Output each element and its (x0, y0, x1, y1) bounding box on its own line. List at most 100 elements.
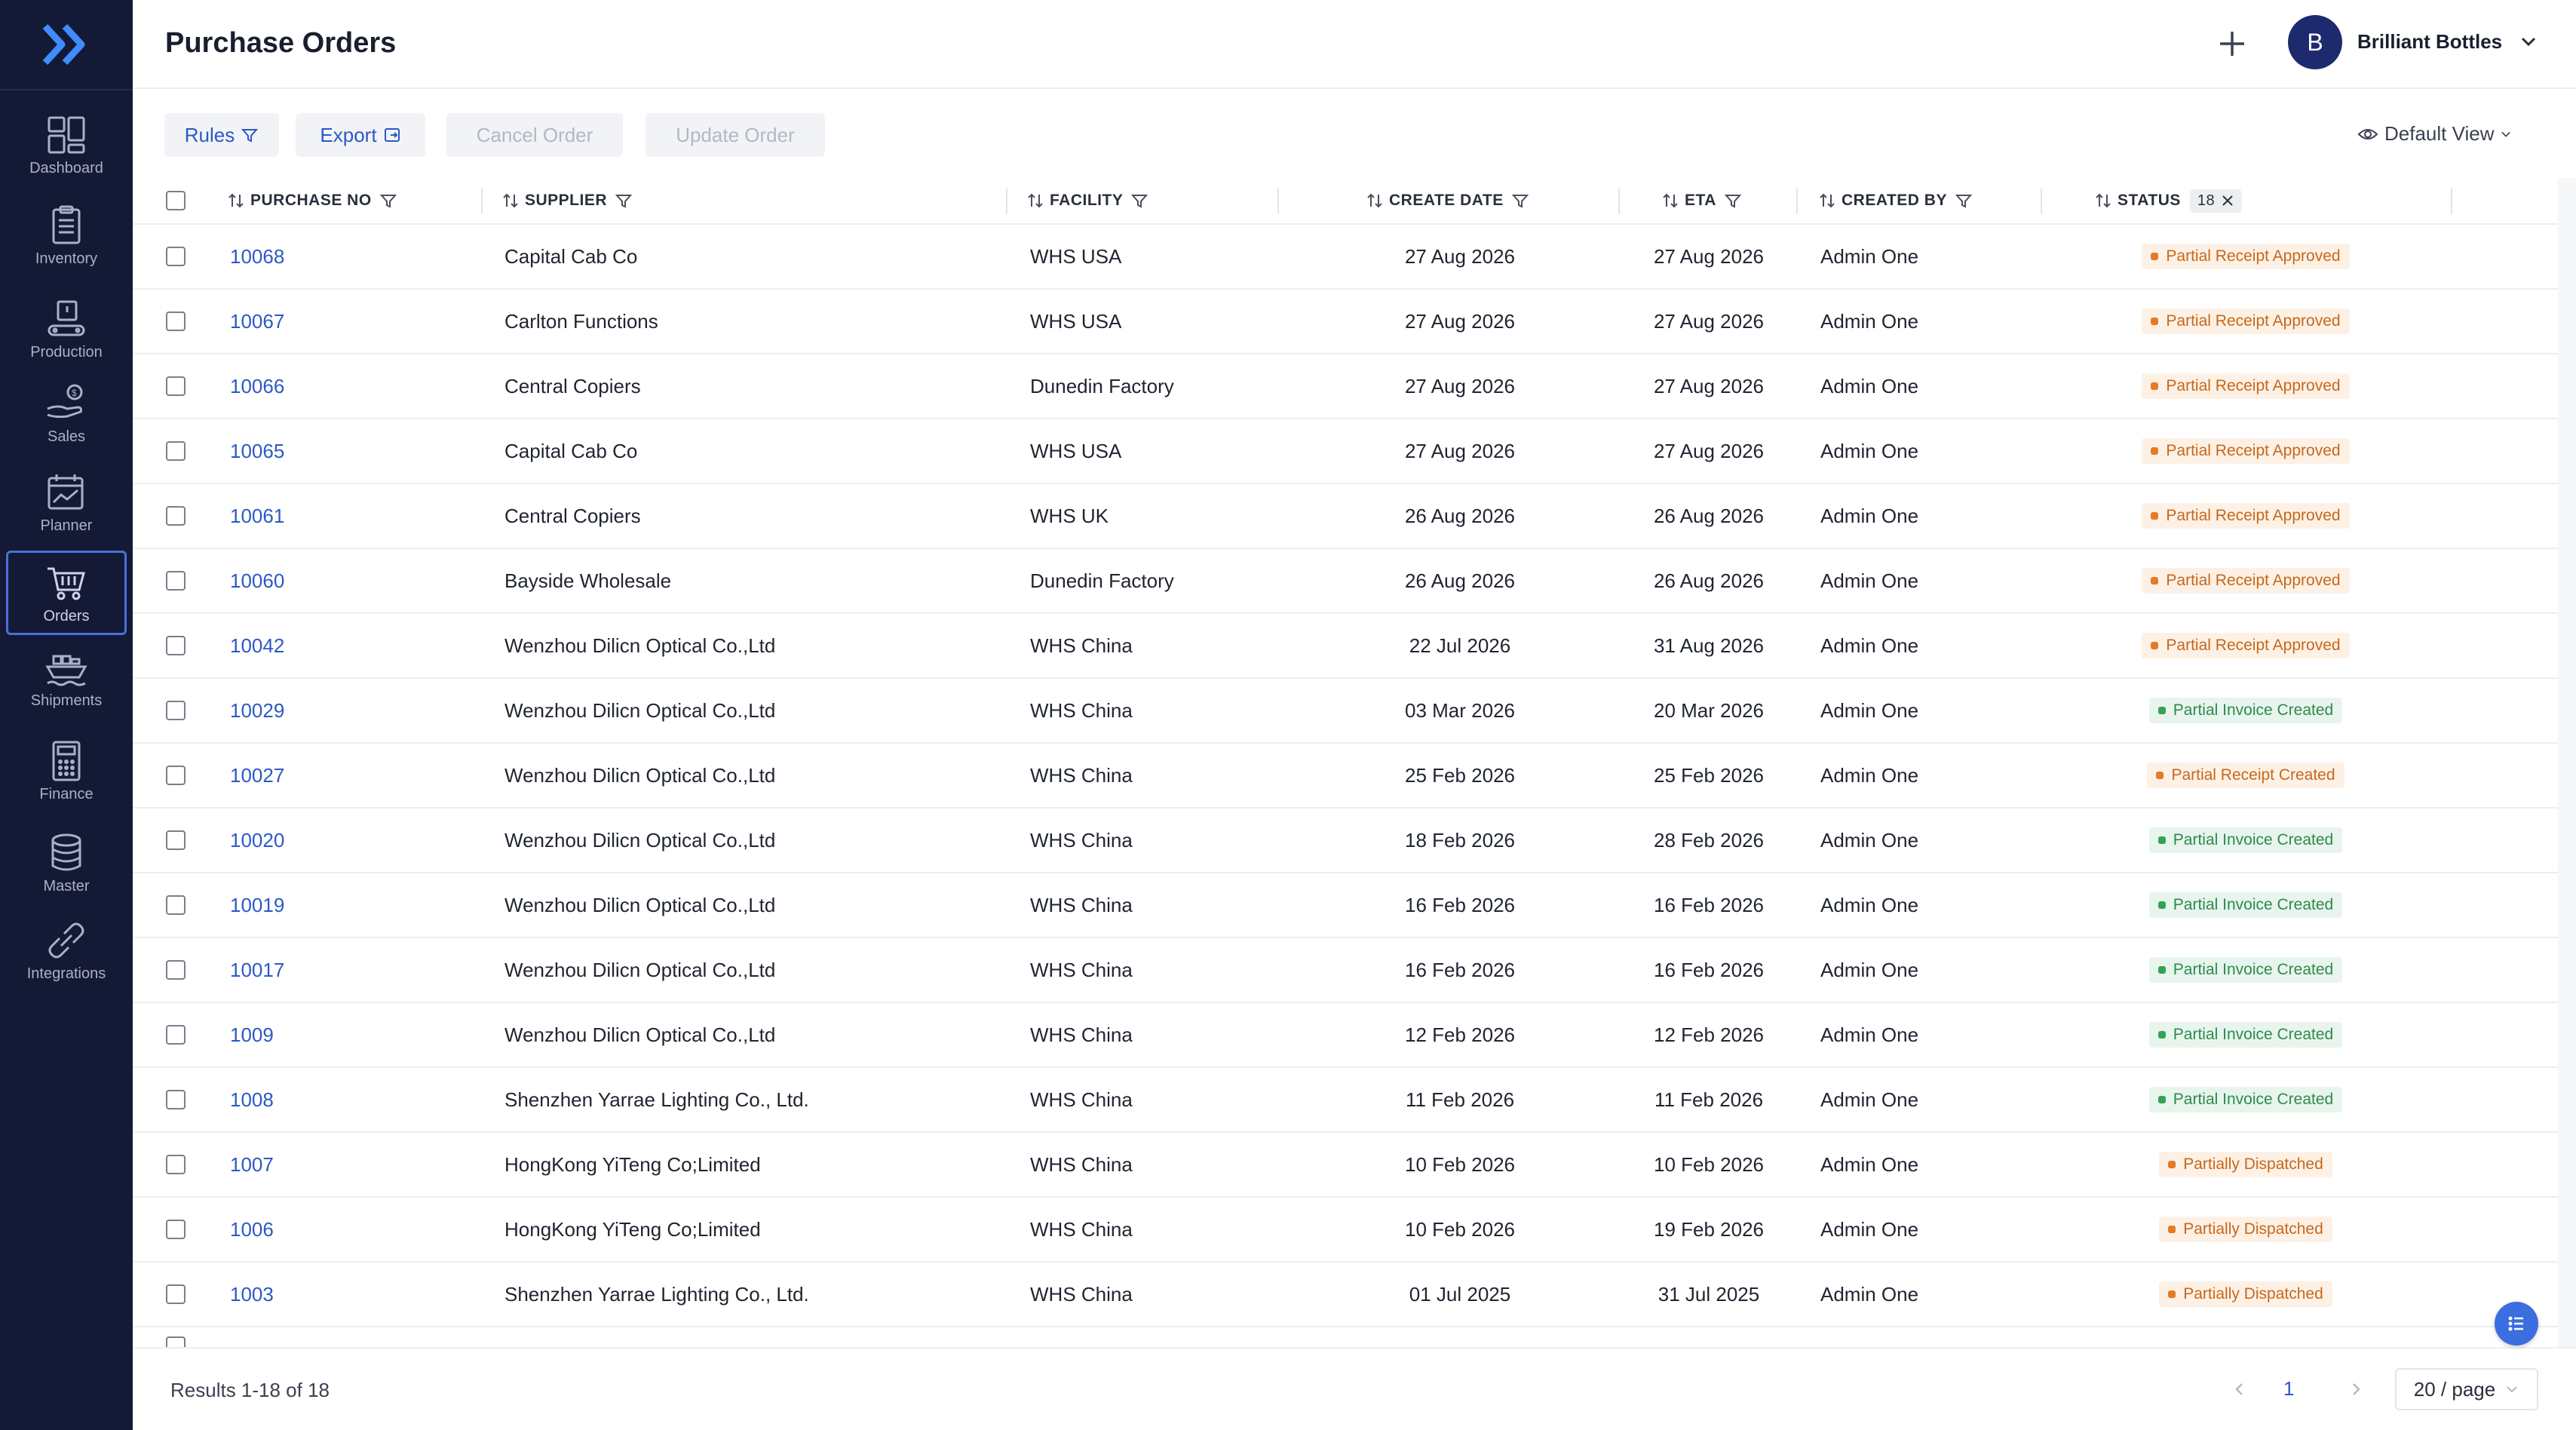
purchase-no-link[interactable]: 1009 (230, 1003, 274, 1066)
row-checkbox[interactable] (166, 701, 186, 720)
purchase-no-link[interactable]: 10066 (230, 354, 284, 418)
purchase-no-link[interactable]: 10042 (230, 614, 284, 677)
table-row[interactable]: 1006 HongKong YiTeng Co;Limited WHS China 1… (133, 1198, 2558, 1263)
table-row[interactable]: 10061 Central Copiers WHS UK 26 Aug 2026 26 … (133, 484, 2558, 549)
sort-icon[interactable] (1662, 192, 1679, 210)
status-filter-count-badge[interactable]: 18 (2189, 189, 2243, 213)
sort-icon[interactable] (228, 192, 244, 210)
sidebar-item-finance[interactable]: Finance (6, 729, 127, 813)
purchase-no-link[interactable]: 10067 (230, 290, 284, 353)
table-row[interactable]: 10029 Wenzhou Dilicn Optical Co.,Ltd WHS C… (133, 679, 2558, 744)
close-icon[interactable] (2221, 194, 2234, 207)
row-checkbox[interactable] (166, 766, 186, 785)
sidebar-item-dashboard[interactable]: Dashboard (6, 103, 127, 187)
row-checkbox[interactable] (166, 1025, 186, 1045)
sort-icon[interactable] (1027, 192, 1044, 210)
default-view-selector[interactable]: Default View (2357, 122, 2519, 146)
sort-icon[interactable] (1819, 192, 1835, 210)
row-checkbox[interactable] (166, 895, 186, 915)
sidebar-item-orders[interactable]: Orders (6, 551, 127, 635)
row-checkbox[interactable] (166, 247, 186, 266)
chevron-left-icon[interactable] (2229, 1379, 2250, 1400)
filter-icon[interactable] (1511, 192, 1529, 210)
table-row[interactable]: 10065 Capital Cab Co WHS USA 27 Aug 2026 27 … (133, 419, 2558, 484)
row-checkbox[interactable] (166, 830, 186, 850)
purchase-no-link[interactable]: 10061 (230, 484, 284, 548)
table-row[interactable]: 10019 Wenzhou Dilicn Optical Co.,Ltd WHS C… (133, 873, 2558, 938)
page-size-select[interactable]: 20 / page (2395, 1368, 2538, 1410)
row-checkbox[interactable] (166, 506, 186, 526)
table-row[interactable]: 1003 Shenzhen Yarrae Lighting Co., Ltd. WH… (133, 1263, 2558, 1327)
table-row[interactable]: 10027 Wenzhou Dilicn Optical Co.,Ltd WHS C… (133, 744, 2558, 809)
sidebar-item-shipments[interactable]: Shipments (6, 635, 127, 720)
purchase-no-link[interactable]: 10068 (230, 225, 284, 288)
avatar[interactable]: B (2288, 15, 2342, 69)
rules-button[interactable]: Rules (164, 113, 279, 157)
sidebar-item-sales[interactable]: $ Sales (6, 371, 127, 456)
sort-icon[interactable] (1366, 192, 1383, 210)
sidebar-item-inventory[interactable]: Inventory (6, 193, 127, 278)
filter-icon[interactable] (1130, 192, 1148, 210)
purchase-no-link[interactable]: 1007 (230, 1133, 274, 1196)
sidebar-item-production[interactable]: Production (6, 287, 127, 371)
purchase-no-link[interactable]: 10065 (230, 419, 284, 483)
table-row[interactable]: 1008 Shenzhen Yarrae Lighting Co., Ltd. WH… (133, 1068, 2558, 1133)
row-checkbox[interactable] (166, 960, 186, 980)
purchase-no-link[interactable]: 10060 (230, 549, 284, 612)
column-divider[interactable] (1618, 189, 1620, 214)
column-divider[interactable] (1006, 189, 1007, 214)
table-row[interactable]: 10042 Wenzhou Dilicn Optical Co.,Ltd WHS C… (133, 614, 2558, 679)
row-checkbox[interactable] (166, 376, 186, 396)
select-all-checkbox[interactable] (166, 191, 186, 210)
organization-name[interactable]: Brilliant Bottles (2357, 30, 2502, 54)
column-divider[interactable] (1796, 189, 1798, 214)
table-row[interactable]: 10017 Wenzhou Dilicn Optical Co.,Ltd WHS C… (133, 938, 2558, 1003)
column-divider[interactable] (2041, 189, 2042, 214)
table-row[interactable]: 10020 Wenzhou Dilicn Optical Co.,Ltd WHS C… (133, 809, 2558, 873)
sidebar-item-integrations[interactable]: Integrations (6, 908, 127, 993)
chevron-down-icon[interactable] (2517, 30, 2540, 53)
filter-icon[interactable] (1724, 192, 1742, 210)
vertical-scrollbar[interactable] (2558, 178, 2576, 1347)
row-checkbox[interactable] (166, 571, 186, 591)
purchase-no-link[interactable]: 10029 (230, 679, 284, 742)
purchase-no-link[interactable]: 10017 (230, 938, 284, 1002)
row-checkbox[interactable] (166, 1284, 186, 1304)
floating-list-button[interactable] (2495, 1302, 2538, 1346)
sort-icon[interactable] (2095, 192, 2111, 210)
row-checkbox[interactable] (166, 636, 186, 655)
sort-icon[interactable] (502, 192, 519, 210)
column-divider[interactable] (2451, 189, 2452, 214)
purchase-no-link[interactable]: 1008 (230, 1068, 274, 1131)
sidebar-item-master[interactable]: Master (6, 821, 127, 905)
purchase-no-link[interactable]: 1006 (230, 1198, 274, 1261)
column-header-status[interactable]: STATUS 18 (2095, 178, 2243, 223)
row-checkbox[interactable] (166, 1220, 186, 1239)
sidebar-item-planner[interactable]: Planner (6, 460, 127, 545)
table-row[interactable]: 1009 Wenzhou Dilicn Optical Co.,Ltd WHS Ch… (133, 1003, 2558, 1068)
chevron-right-icon[interactable] (2345, 1379, 2366, 1400)
app-logo[interactable] (0, 0, 133, 89)
row-checkbox[interactable] (166, 441, 186, 461)
table-row[interactable]: 10067 Carlton Functions WHS USA 27 Aug 2026… (133, 290, 2558, 354)
purchase-no-link[interactable]: 10019 (230, 873, 284, 937)
purchase-no-link[interactable]: 10020 (230, 809, 284, 872)
row-checkbox[interactable] (166, 1155, 186, 1174)
column-divider[interactable] (1277, 189, 1279, 214)
row-checkbox[interactable] (166, 1090, 186, 1109)
column-header-created-by[interactable]: CREATED BY (1819, 178, 1973, 223)
filter-icon[interactable] (615, 192, 633, 210)
column-header-purchase-no[interactable]: PURCHASE NO (228, 178, 397, 223)
cancel-order-button[interactable]: Cancel Order (446, 113, 623, 157)
update-order-button[interactable]: Update Order (646, 113, 825, 157)
table-row[interactable]: 10068 Capital Cab Co WHS USA 27 Aug 2026 27 … (133, 225, 2558, 290)
purchase-no-link[interactable]: 1003 (230, 1263, 274, 1326)
export-button[interactable]: Export (296, 113, 425, 157)
add-icon[interactable] (2211, 23, 2253, 65)
row-checkbox[interactable] (166, 1336, 186, 1347)
purchase-no-link[interactable]: 10027 (230, 744, 284, 807)
filter-icon[interactable] (1955, 192, 1973, 210)
table-row[interactable]: 1007 HongKong YiTeng Co;Limited WHS China 1… (133, 1133, 2558, 1198)
column-divider[interactable] (481, 189, 483, 214)
column-header-supplier[interactable]: SUPPLIER (502, 178, 633, 223)
